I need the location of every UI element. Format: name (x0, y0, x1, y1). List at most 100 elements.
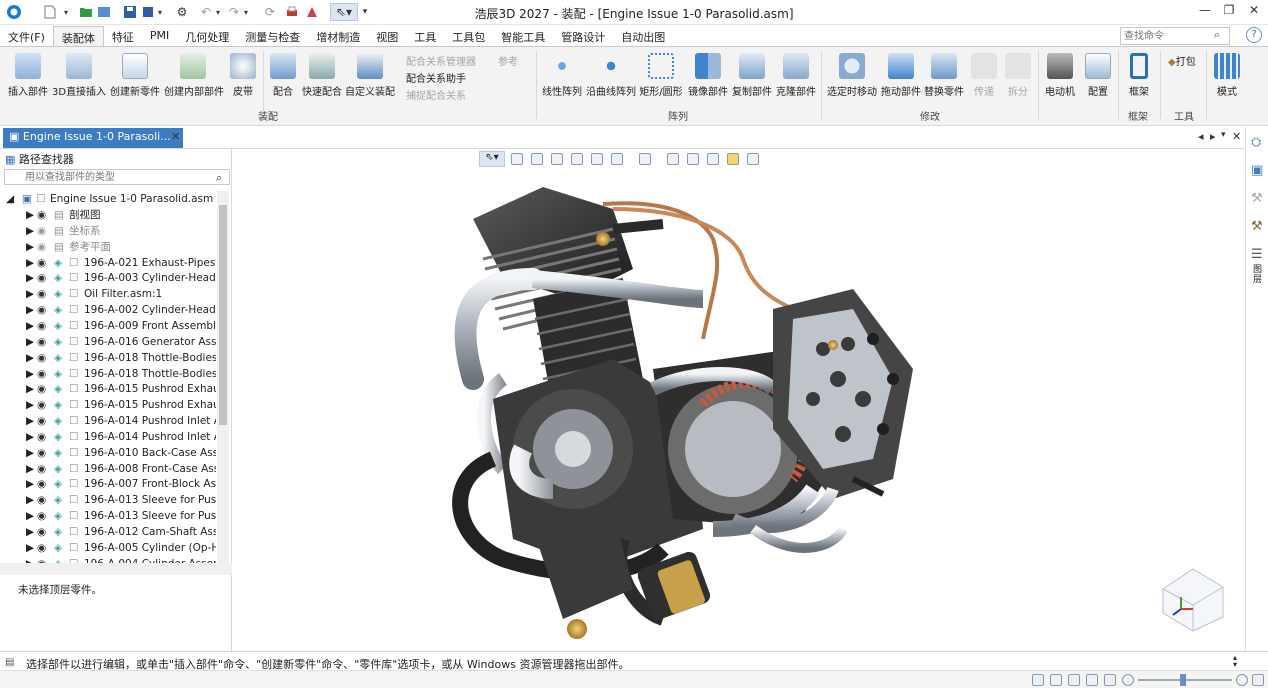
expand-icon[interactable]: ▶ (26, 318, 34, 334)
tab-measure[interactable]: 测量与检查 (237, 26, 308, 46)
tree-item[interactable]: ▶◉ ◈ ☐ 196-A-016 Generator Assembl (0, 334, 216, 350)
tree-item[interactable]: ▶◉ ◈ ☐ 196-A-005 Cylinder (Op-Han (0, 540, 216, 556)
create-new-part-button[interactable]: 创建新零件 (108, 53, 162, 98)
undo-icon[interactable]: ↶ (198, 3, 214, 21)
tab-tools[interactable]: 工具 (406, 26, 444, 46)
frame-button[interactable]: 框架 (1122, 53, 1156, 98)
visibility-icon[interactable]: ◉ (37, 270, 46, 286)
close-tab-icon[interactable]: ✕ (171, 130, 180, 143)
chevron-down-icon[interactable]: ▾ (62, 3, 70, 21)
visibility-icon[interactable]: ◉ (37, 286, 46, 302)
repeat-icon[interactable]: ⟳ (262, 3, 278, 21)
document-tab[interactable]: ▣ Engine Issue 1-0 Parasoli... (3, 128, 183, 148)
part-library-icon[interactable]: ⛭ (1251, 135, 1261, 150)
visibility-icon[interactable]: ◉ (37, 366, 46, 382)
chevron-down-icon[interactable]: ▾ (156, 3, 164, 21)
settings-icon[interactable]: ⚙ (174, 3, 190, 21)
tab-next-icon[interactable]: ▸ (1210, 130, 1216, 143)
direct-insert-3d-button[interactable]: 3D直接插入 (52, 53, 106, 98)
expand-icon[interactable]: ▶ (26, 239, 34, 255)
zoom-out-icon[interactable] (1050, 674, 1062, 686)
create-internal-part-button[interactable]: 创建内部部件 (164, 53, 224, 98)
status-scroll-icon[interactable]: ▴ ▾ (1233, 654, 1237, 669)
tab-geometry[interactable]: 几何处理 (177, 26, 237, 46)
tab-smart-tools[interactable]: 智能工具 (493, 26, 553, 46)
rotate-icon[interactable] (1104, 674, 1116, 686)
disassemble-button[interactable]: 拆分 (1002, 53, 1034, 98)
search-icon[interactable]: ⌕ (1214, 28, 1220, 42)
find-part-input[interactable] (4, 169, 230, 185)
belt-button[interactable]: 皮带 (226, 53, 260, 98)
replace-part-button[interactable]: 替换零件 (922, 53, 966, 98)
tree-item[interactable]: ▶ ◉ ◈ ☐ 196-A-007 Front-Block Asse (0, 476, 216, 492)
linear-pattern-button[interactable]: 线性阵列 (540, 53, 584, 98)
tree-scrollbar-thumb[interactable] (219, 205, 227, 425)
tree-root[interactable]: ◢ ▣ ☐ Engine Issue 1-0 Parasolid.asm (0, 191, 216, 207)
reference-button[interactable]: 参考 (498, 53, 518, 68)
new-file-icon[interactable] (42, 3, 58, 21)
tree-item[interactable]: ▶◉ ◈ ☐ 196-A-018 Thottle-Bodies As (0, 366, 216, 382)
tree-item[interactable]: ▶◉ ◈ ☐ 196-A-008 Front-Case Assen (0, 461, 216, 477)
visibility-icon[interactable]: ◉ (37, 413, 46, 429)
search-icon[interactable]: ⌕ (216, 171, 222, 185)
tab-pmi[interactable]: PMI (142, 26, 177, 46)
visibility-icon[interactable]: ◉ (37, 524, 46, 540)
move-selected-button[interactable]: 选定时移动 (826, 53, 878, 98)
tree-item[interactable]: ▶◉ ◈ ☐ 196-A-014 Pushrod Inlet Ass (0, 413, 216, 429)
tab-assembly[interactable]: 装配体 (52, 26, 104, 46)
tab-piping[interactable]: 管路设计 (553, 26, 613, 46)
redo-icon[interactable]: ↷ (226, 3, 242, 21)
tab-toolkit[interactable]: 工具包 (444, 26, 493, 46)
quick-mate-button[interactable]: 快速配合 (300, 53, 344, 98)
expand-icon[interactable]: ▶ (26, 286, 34, 302)
tab-features[interactable]: 特征 (104, 26, 142, 46)
tree-item[interactable]: ▶◉ ◈ ☐ 196-A-013 Sleeve for Pushro (0, 508, 216, 524)
customize-quick-access-icon[interactable]: ▾ (360, 3, 370, 21)
visibility-icon[interactable]: ◉ (37, 461, 46, 477)
style-button[interactable]: 模式 (1210, 53, 1244, 98)
zoom-slider-thumb[interactable] (1180, 674, 1186, 686)
tab-view[interactable]: 视图 (368, 26, 406, 46)
tree-item[interactable]: ▶◉ ◈ ☐ 196-A-012 Cam-Shaft Assem (0, 524, 216, 540)
layers-label[interactable]: 图层 (1253, 265, 1263, 285)
tree-item[interactable]: ▶◉ ◈ ☐ 196-A-014 Pushrod Inlet Ass (0, 429, 216, 445)
copy-part-button[interactable]: 复制部件 (730, 53, 774, 98)
mate-assistant-button[interactable]: 配合关系助手 (406, 70, 466, 85)
tree-hscrollbar[interactable] (0, 563, 232, 575)
chevron-down-icon[interactable]: ▾ (214, 3, 222, 21)
expand-icon[interactable]: ▶ (26, 207, 34, 223)
restore-button[interactable]: ❐ (1218, 3, 1240, 21)
tab-additive[interactable]: 增材制造 (308, 26, 368, 46)
save-icon[interactable] (122, 3, 138, 21)
pdf-icon[interactable] (304, 3, 320, 21)
expand-icon[interactable]: ▶ (26, 366, 34, 382)
motor-button[interactable]: 电动机 (1042, 53, 1078, 98)
fit-icon[interactable] (1068, 674, 1080, 686)
mirror-part-button[interactable]: 镜像部件 (686, 53, 730, 98)
expand-icon[interactable]: ▶ (26, 270, 34, 286)
tree-item[interactable]: ▶◉ ◈ ☐ 196-A-018 Thottle-Bodies As (0, 350, 216, 366)
pack-button[interactable]: ◆打包 (1168, 53, 1196, 68)
expand-icon[interactable]: ▶ (26, 413, 34, 429)
insert-part-button[interactable]: 插入部件 (6, 53, 50, 98)
expand-icon[interactable]: ▶ (26, 508, 34, 524)
open-file-icon[interactable] (78, 3, 94, 21)
select-arrow-icon[interactable]: ⇖▾ (330, 3, 358, 21)
visibility-icon[interactable]: ◉ (37, 255, 46, 271)
close-button[interactable]: ✕ (1243, 3, 1265, 21)
expand-icon[interactable]: ▶ (26, 476, 34, 492)
close-document-icon[interactable]: ✕ (1232, 130, 1241, 143)
tree-item[interactable]: ▶ ◉ ◈ ☐ 196-A-015 Pushrod Exhaust (0, 381, 216, 397)
tree-item[interactable]: ▶◉ ◈ ☐ 196-A-003 Cylinder-Head (O (0, 270, 216, 286)
tree-item[interactable]: ▶ ◉ ◈ ☐ Oil Filter.asm:1 (0, 286, 216, 302)
tree-item[interactable]: ▶ ◉ ▤ 参考平面 (0, 239, 216, 255)
tool-icon[interactable]: ⚒ (1251, 219, 1263, 234)
expand-icon[interactable]: ▶ (26, 302, 34, 318)
expand-icon[interactable]: ▶ (26, 350, 34, 366)
tree-item[interactable]: ▶ ◉ ▤ 剖视图 (0, 207, 216, 223)
visibility-icon[interactable]: ◉ (37, 429, 46, 445)
tree-item[interactable]: ▶ ◉ ▤ 坐标系 (0, 223, 216, 239)
drag-part-button[interactable]: 拖动部件 (880, 53, 922, 98)
graphics-viewport[interactable]: ⇖▾ (233, 149, 1245, 651)
assembly-library-icon[interactable]: ▣ (1251, 163, 1263, 178)
